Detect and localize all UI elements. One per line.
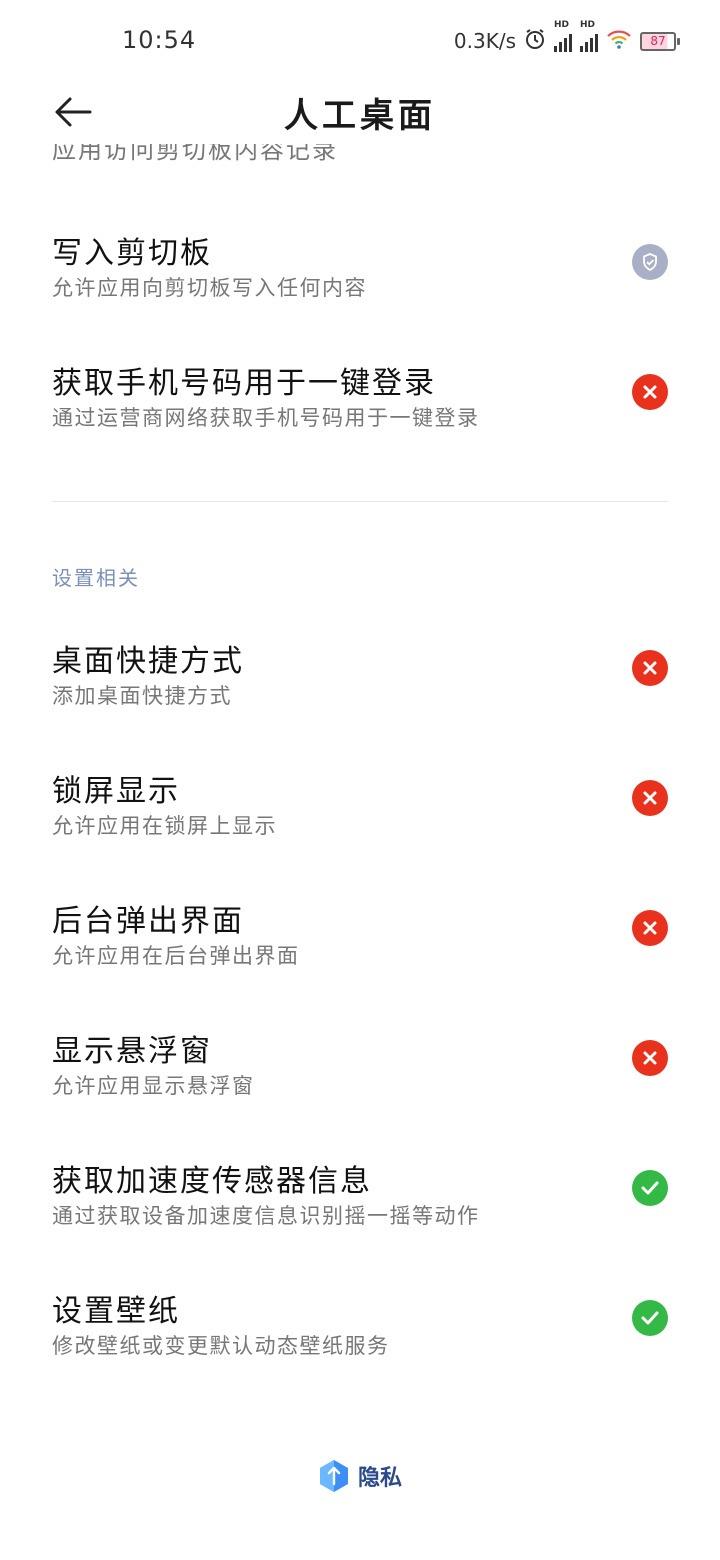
status-denied-icon[interactable] xyxy=(632,374,668,410)
permission-item-clipboard-write[interactable]: 写入剪切板 允许应用向剪切板写入任何内容 xyxy=(0,228,720,358)
alarm-icon xyxy=(524,28,546,55)
permission-title: 显示悬浮窗 xyxy=(52,1034,212,1069)
permission-title: 设置壁纸 xyxy=(52,1294,180,1329)
permission-item-accelerometer[interactable]: 获取加速度传感器信息 通过获取设备加速度信息识别摇一摇等动作 xyxy=(0,1156,720,1286)
status-bar: 10:54 0.3K/s HD HD 87 xyxy=(0,0,720,80)
status-allowed-icon[interactable] xyxy=(632,1170,668,1206)
signal-icon: HD xyxy=(554,20,572,52)
status-ask-icon[interactable] xyxy=(632,244,668,280)
permission-subtitle: 允许应用显示悬浮窗 xyxy=(52,1074,255,1098)
page-title: 人工桌面 xyxy=(284,96,436,136)
permission-item-wallpaper[interactable]: 设置壁纸 修改壁纸或变更默认动态壁纸服务 xyxy=(0,1286,720,1416)
header: 人工桌面 xyxy=(0,80,720,142)
permission-item-lockscreen-display[interactable]: 锁屏显示 允许应用在锁屏上显示 xyxy=(0,766,720,896)
privacy-footer[interactable]: 隐私 xyxy=(0,1456,720,1496)
permission-subtitle: 允许应用在锁屏上显示 xyxy=(52,814,277,838)
permission-title: 桌面快捷方式 xyxy=(52,644,244,679)
status-allowed-icon[interactable] xyxy=(632,1300,668,1336)
permission-item-desktop-shortcut[interactable]: 桌面快捷方式 添加桌面快捷方式 xyxy=(0,636,720,766)
status-denied-icon[interactable] xyxy=(632,1040,668,1076)
status-time: 10:54 xyxy=(122,26,197,54)
permission-title: 获取加速度传感器信息 xyxy=(52,1164,372,1199)
permission-title: 写入剪切板 xyxy=(52,236,212,271)
signal-icon: HD xyxy=(580,20,598,52)
permission-subtitle: 修改壁纸或变更默认动态壁纸服务 xyxy=(52,1334,390,1358)
section-label: 设置相关 xyxy=(52,566,140,590)
privacy-label: 隐私 xyxy=(357,1466,402,1491)
permission-subtitle: 允许应用在后台弹出界面 xyxy=(52,944,300,968)
status-icons: 0.3K/s HD HD 87 xyxy=(453,20,680,56)
battery-icon: 87 xyxy=(640,31,680,51)
permission-title: 获取手机号码用于一键登录 xyxy=(52,366,436,401)
permission-title: 锁屏显示 xyxy=(52,774,180,809)
permission-item-floating-window[interactable]: 显示悬浮窗 允许应用显示悬浮窗 xyxy=(0,1026,720,1156)
status-denied-icon[interactable] xyxy=(632,910,668,946)
wifi-icon xyxy=(606,28,632,55)
permission-subtitle: 允许应用向剪切板写入任何内容 xyxy=(52,276,367,300)
permission-subtitle: 添加桌面快捷方式 xyxy=(52,684,232,708)
status-denied-icon[interactable] xyxy=(632,650,668,686)
section-divider xyxy=(52,501,668,502)
status-denied-icon[interactable] xyxy=(632,780,668,816)
network-speed: 0.3K/s xyxy=(453,29,516,53)
permission-item-phone-number[interactable]: 获取手机号码用于一键登录 通过运营商网络获取手机号码用于一键登录 xyxy=(0,358,720,488)
permission-item-background-popup[interactable]: 后台弹出界面 允许应用在后台弹出界面 xyxy=(0,896,720,1026)
truncated-subtitle: 应用访问剪切板内容记录 xyxy=(52,144,338,164)
permission-subtitle: 通过运营商网络获取手机号码用于一键登录 xyxy=(52,406,480,430)
permission-title: 后台弹出界面 xyxy=(52,904,244,939)
permission-subtitle: 通过获取设备加速度信息识别摇一摇等动作 xyxy=(52,1204,480,1228)
privacy-shield-icon xyxy=(319,1460,348,1492)
battery-level: 87 xyxy=(650,34,666,48)
